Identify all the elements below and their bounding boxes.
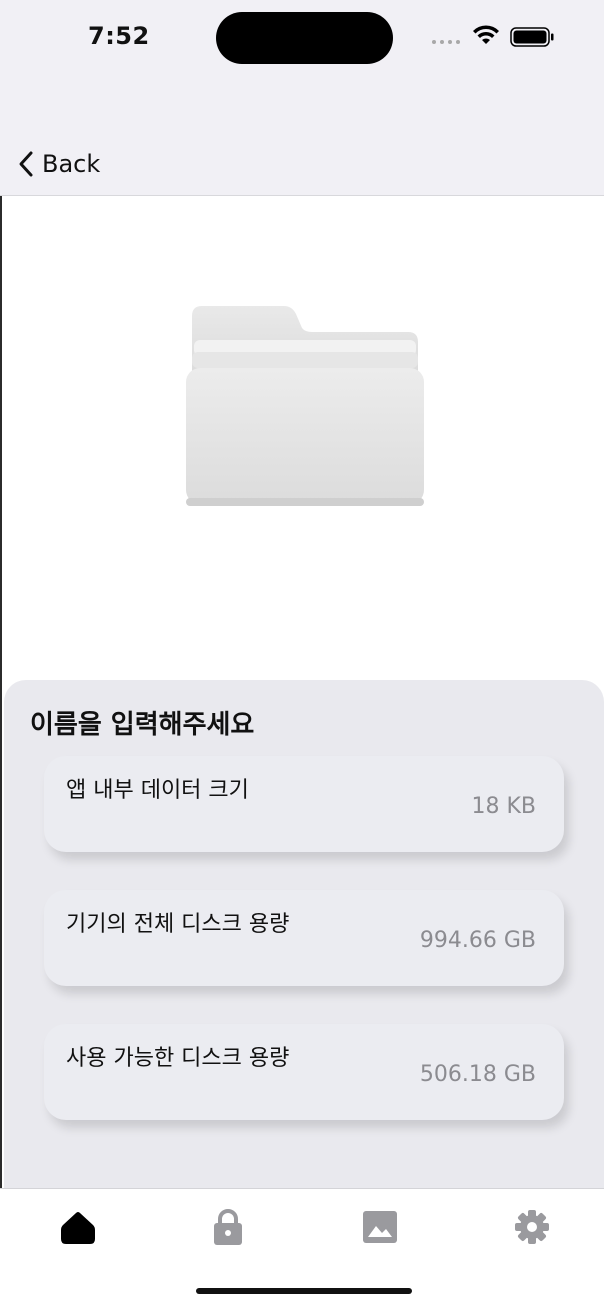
info-row-label: 기기의 전체 디스크 용량 xyxy=(66,912,290,937)
cellular-signal-icon xyxy=(432,40,460,44)
name-title[interactable]: 이름을 입력해주세요 xyxy=(30,704,254,741)
info-row-label: 앱 내부 데이터 크기 xyxy=(66,778,249,803)
status-time: 7:52 xyxy=(88,22,150,50)
tab-gallery[interactable] xyxy=(360,1207,400,1247)
left-edge xyxy=(0,195,2,1302)
info-row-value: 18 KB xyxy=(471,794,536,819)
app-data-size-row: 앱 내부 데이터 크기 18 KB xyxy=(44,756,564,852)
folder-icon xyxy=(184,302,426,512)
info-row-value: 994.66 GB xyxy=(419,928,536,953)
available-disk-row: 사용 가능한 디스크 용량 506.18 GB xyxy=(44,1024,564,1120)
navigation-bar: Back xyxy=(0,120,604,196)
home-indicator xyxy=(196,1288,412,1294)
back-button-label: Back xyxy=(42,150,101,178)
battery-icon xyxy=(510,27,554,47)
tab-settings[interactable] xyxy=(512,1207,552,1247)
total-disk-row: 기기의 전체 디스크 용량 994.66 GB xyxy=(44,890,564,986)
tab-lock[interactable] xyxy=(208,1207,248,1247)
tab-bar xyxy=(0,1188,604,1302)
image-icon xyxy=(363,1211,397,1243)
home-icon xyxy=(61,1212,95,1244)
wifi-icon xyxy=(473,25,499,44)
chevron-left-icon xyxy=(19,151,33,177)
lock-icon xyxy=(214,1209,242,1245)
info-row-value: 506.18 GB xyxy=(419,1062,536,1087)
back-button[interactable]: Back xyxy=(18,150,100,178)
tab-home[interactable] xyxy=(58,1207,98,1247)
gear-icon xyxy=(515,1210,549,1244)
storage-info-card: 이름을 입력해주세요 앱 내부 데이터 크기 18 KB 기기의 전체 디스크 … xyxy=(4,680,604,1200)
dynamic-island xyxy=(216,12,393,64)
status-bar: 7:52 xyxy=(0,0,604,120)
info-row-label: 사용 가능한 디스크 용량 xyxy=(66,1046,290,1071)
